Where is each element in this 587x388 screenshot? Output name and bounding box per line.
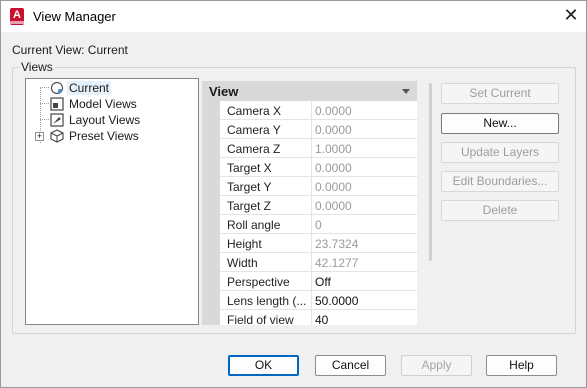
current-view-icon bbox=[50, 81, 64, 95]
property-name: Camera X bbox=[220, 101, 312, 120]
property-value: 0 bbox=[315, 218, 322, 232]
property-row[interactable]: Camera Z 1.0000 bbox=[220, 139, 417, 158]
autocad-icon: A bbox=[10, 8, 24, 25]
section-title: View bbox=[209, 84, 239, 99]
window-title: View Manager bbox=[33, 9, 116, 24]
property-name: Target Y bbox=[220, 177, 312, 196]
tree-item-label: Current bbox=[67, 81, 112, 95]
property-row[interactable]: Camera X 0.0000 bbox=[220, 101, 417, 120]
model-views-icon bbox=[50, 97, 64, 111]
update-layers-button[interactable]: Update Layers bbox=[441, 142, 559, 163]
property-name: Lens length (... bbox=[220, 291, 312, 310]
new-view-button[interactable]: New... bbox=[441, 113, 559, 134]
app-icon-glyph: A bbox=[13, 9, 21, 21]
tree-item-label: Layout Views bbox=[69, 113, 141, 127]
property-name: Target Z bbox=[220, 196, 312, 215]
title-bar: A View Manager ✕ bbox=[1, 1, 586, 32]
property-value: 0.0000 bbox=[315, 161, 352, 175]
cancel-button[interactable]: Cancel bbox=[315, 355, 386, 376]
close-icon[interactable]: ✕ bbox=[556, 1, 586, 31]
property-name: Width bbox=[220, 253, 312, 272]
property-name: Perspective bbox=[220, 272, 312, 291]
property-row[interactable]: Width 42.1277 bbox=[220, 253, 417, 272]
tree-item-label: Model Views bbox=[69, 97, 137, 111]
property-name: Target X bbox=[220, 158, 312, 177]
properties-scrollbar[interactable] bbox=[429, 83, 432, 261]
property-value[interactable]: Off bbox=[313, 272, 331, 289]
set-current-button[interactable]: Set Current bbox=[441, 83, 559, 104]
property-value[interactable]: 40 bbox=[313, 310, 328, 325]
preset-views-icon bbox=[50, 129, 64, 143]
property-row[interactable]: Height 23.7324 bbox=[220, 234, 417, 253]
property-row[interactable]: Camera Y 0.0000 bbox=[220, 120, 417, 139]
property-name: Roll angle bbox=[220, 215, 312, 234]
current-view-label: Current View: Current bbox=[12, 43, 128, 57]
property-row[interactable]: Roll angle 0 bbox=[220, 215, 417, 234]
help-button[interactable]: Help bbox=[486, 355, 557, 376]
property-value: 0.0000 bbox=[315, 123, 352, 137]
tree-item-preset-views[interactable]: + Preset Views bbox=[26, 128, 196, 144]
property-row[interactable]: Lens length (... 50.0000 bbox=[220, 291, 417, 310]
property-name: Field of view bbox=[220, 310, 312, 325]
views-group-label: Views bbox=[19, 60, 55, 74]
property-value: 0.0000 bbox=[315, 199, 352, 213]
edit-boundaries-button[interactable]: Edit Boundaries... bbox=[441, 171, 559, 192]
tree-item-label: Preset Views bbox=[69, 129, 139, 143]
view-properties-grid[interactable]: View Camera X 0.0000 Camera Y 0.0000 Cam… bbox=[202, 81, 417, 325]
property-row[interactable]: Target X 0.0000 bbox=[220, 158, 417, 177]
property-row[interactable]: Target Z 0.0000 bbox=[220, 196, 417, 215]
property-row[interactable]: Target Y 0.0000 bbox=[220, 177, 417, 196]
property-value: 1.0000 bbox=[315, 142, 352, 156]
properties-gutter bbox=[202, 101, 220, 325]
view-manager-dialog: A View Manager ✕ Current View: Current V… bbox=[0, 0, 587, 388]
property-row[interactable]: Field of view 40 bbox=[220, 310, 417, 325]
property-value: 0.0000 bbox=[315, 180, 352, 194]
expand-icon[interactable]: + bbox=[35, 132, 44, 141]
property-value[interactable]: 50.0000 bbox=[313, 291, 358, 308]
delete-button[interactable]: Delete bbox=[441, 200, 559, 221]
properties-section-header[interactable]: View bbox=[202, 81, 417, 101]
property-name: Camera Z bbox=[220, 139, 312, 158]
property-value: 23.7324 bbox=[315, 237, 359, 251]
property-name: Camera Y bbox=[220, 120, 312, 139]
property-name: Height bbox=[220, 234, 312, 253]
apply-button[interactable]: Apply bbox=[401, 355, 472, 376]
property-row[interactable]: Perspective Off bbox=[220, 272, 417, 291]
layout-views-icon bbox=[50, 113, 64, 127]
views-tree[interactable]: Current Model Views Layout Views + Prese… bbox=[25, 78, 199, 325]
property-value: 42.1277 bbox=[315, 256, 359, 270]
property-value: 0.0000 bbox=[315, 104, 352, 118]
ok-button[interactable]: OK bbox=[228, 355, 299, 376]
chevron-down-icon[interactable] bbox=[402, 89, 410, 94]
